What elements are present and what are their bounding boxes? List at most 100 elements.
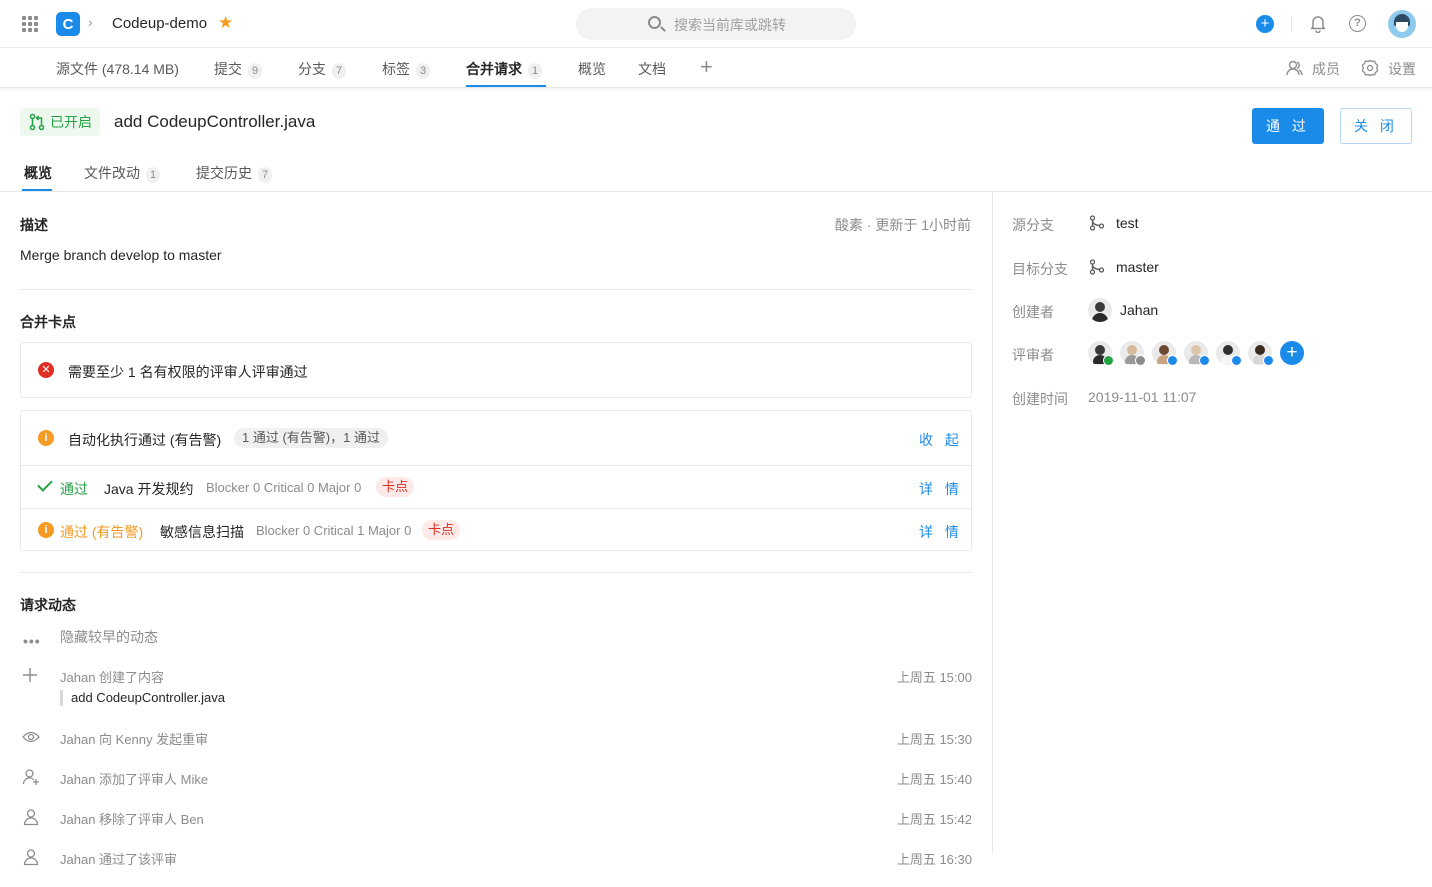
tab-commits[interactable]: 提交 9 (214, 59, 262, 79)
merge-gate-title: 合并卡点 (20, 314, 76, 330)
reviewer-avatar[interactable] (1120, 341, 1146, 366)
activity-text: Jahan 移除了评审人 Ben (60, 812, 204, 827)
tab-mr-overview[interactable]: 概览 (24, 163, 52, 183)
reviewer-avatar[interactable] (1152, 341, 1178, 366)
source-branch-value[interactable]: test (1116, 215, 1139, 231)
approve-button[interactable]: 通 过 (1252, 108, 1324, 144)
user-avatar[interactable] (1388, 10, 1416, 38)
activity-time: 上周五 15:30 (896, 732, 972, 747)
branch-icon (1089, 215, 1105, 231)
mr-title: add CodeupController.java (114, 112, 316, 131)
add-reviewer-icon[interactable]: + (1280, 341, 1304, 365)
active-tab-indicator (22, 189, 52, 191)
reviewer-avatar[interactable] (1248, 341, 1274, 366)
comment-badge-icon (1263, 355, 1274, 366)
comment-badge-icon (1199, 355, 1210, 366)
creator-name[interactable]: Jahan (1120, 302, 1158, 318)
close-button[interactable]: 关 闭 (1340, 108, 1412, 144)
user-icon (23, 849, 39, 866)
rule-status: 通过 (有告警) (60, 524, 144, 540)
star-icon[interactable]: ★ (218, 13, 233, 33)
target-branch-label: 目标分支 (1012, 261, 1068, 277)
user-icon (23, 809, 39, 826)
create-plus-icon[interactable]: + (1256, 15, 1274, 33)
automation-summary: 1 通过 (有告警)，1 通过 (234, 428, 388, 448)
more-icon[interactable]: ••• (23, 633, 41, 649)
gate-tag: 卡点 (422, 520, 461, 540)
pending-badge-icon (1135, 355, 1146, 366)
divider (21, 465, 971, 466)
members-link[interactable]: 成员 (1312, 59, 1340, 79)
description-title: 描述 (20, 217, 48, 233)
rule-status: 通过 (60, 481, 88, 497)
active-tab-indicator (466, 85, 546, 87)
tab-file-changes[interactable]: 文件改动 1 (84, 163, 160, 183)
divider (20, 572, 972, 573)
tab-source-files[interactable]: 源文件 (478.14 MB) (56, 59, 179, 79)
divider (1291, 16, 1292, 32)
reviewers-label: 评审者 (1012, 347, 1054, 363)
app-grid-icon[interactable] (22, 16, 38, 32)
blocker-text: 需要至少 1 名有权限的评审人评审通过 (68, 364, 308, 380)
activity-text: Jahan 创建了内容 (60, 670, 165, 685)
count-badge: 7 (332, 63, 346, 79)
chevron-right-icon: › (88, 14, 93, 30)
search-bar[interactable]: 搜索当前库或跳转 (576, 8, 856, 40)
source-branch-label: 源分支 (1012, 217, 1054, 233)
rule-stats: Blocker 0 Critical 0 Major 0 (206, 480, 362, 495)
codeup-logo-icon[interactable]: C (56, 12, 80, 36)
activity-text: Jahan 通过了该评审 (60, 852, 178, 867)
rule-name: 敏感信息扫描 (160, 524, 244, 540)
reviewer-avatar[interactable] (1216, 341, 1242, 366)
detail-button[interactable]: 详 情 (919, 522, 963, 542)
add-tab-icon[interactable]: + (700, 54, 713, 80)
rule-stats: Blocker 0 Critical 1 Major 0 (256, 523, 412, 538)
detail-button[interactable]: 详 情 (919, 479, 963, 499)
rule-name: Java 开发规约 (104, 481, 194, 497)
comment-badge-icon (1231, 355, 1242, 366)
creator-avatar[interactable] (1088, 298, 1112, 322)
creator-label: 创建者 (1012, 304, 1054, 320)
activity-time: 上周五 15:42 (896, 812, 972, 827)
gate-tag: 卡点 (376, 477, 415, 497)
help-icon[interactable]: ? (1349, 15, 1366, 32)
gear-icon[interactable] (1361, 59, 1379, 77)
tab-branches[interactable]: 分支 7 (298, 59, 346, 79)
created-time-value: 2019-11-01 11:07 (1088, 389, 1197, 405)
top-bar: C › Codeup-demo ★ 搜索当前库或跳转 + ? (0, 0, 1432, 48)
tab-docs[interactable]: 文档 (638, 59, 666, 79)
activity-text: Jahan 向 Kenny 发起重审 (60, 732, 209, 747)
warning-icon: i (38, 430, 54, 446)
tab-commit-history[interactable]: 提交历史 7 (196, 163, 272, 183)
activity-title: 请求动态 (20, 597, 76, 613)
column-divider (992, 192, 993, 854)
add-user-icon (22, 769, 39, 785)
activity-quote: add CodeupController.java (60, 690, 225, 706)
tab-overview[interactable]: 概览 (578, 59, 606, 79)
merge-request-icon (29, 113, 45, 131)
tab-tags[interactable]: 标签 3 (382, 59, 430, 79)
collapse-button[interactable]: 收 起 (919, 430, 963, 450)
branch-icon (1089, 259, 1105, 275)
bell-icon[interactable] (1309, 14, 1327, 33)
repo-name[interactable]: Codeup-demo (112, 15, 207, 32)
hide-earlier-link[interactable]: 隐藏较早的动态 (60, 627, 158, 647)
repo-nav: 源文件 (478.14 MB) 提交 9 分支 7 标签 3 合并请求 1 概览 文档 … (0, 48, 1432, 88)
divider (20, 289, 972, 290)
description-meta: 酸素 · 更新于 1小时前 (834, 217, 971, 233)
eye-icon (22, 731, 40, 743)
target-branch-value[interactable]: master (1116, 259, 1159, 275)
mr-tabs: 概览 文件改动 1 提交历史 7 (0, 150, 1432, 192)
activity-time: 上周五 15:40 (896, 772, 972, 787)
activity-time: 上周五 15:00 (896, 670, 972, 685)
tab-merge-requests[interactable]: 合并请求 1 (466, 59, 542, 79)
reviewer-avatar[interactable] (1184, 341, 1210, 366)
count-badge: 1 (146, 167, 160, 183)
count-badge: 9 (248, 63, 262, 79)
divider (21, 508, 971, 509)
members-icon[interactable] (1285, 59, 1303, 77)
activity-time: 上周五 16:30 (896, 852, 972, 867)
settings-link[interactable]: 设置 (1388, 59, 1416, 79)
reviewer-avatar[interactable] (1088, 341, 1114, 366)
count-badge: 3 (416, 63, 430, 79)
